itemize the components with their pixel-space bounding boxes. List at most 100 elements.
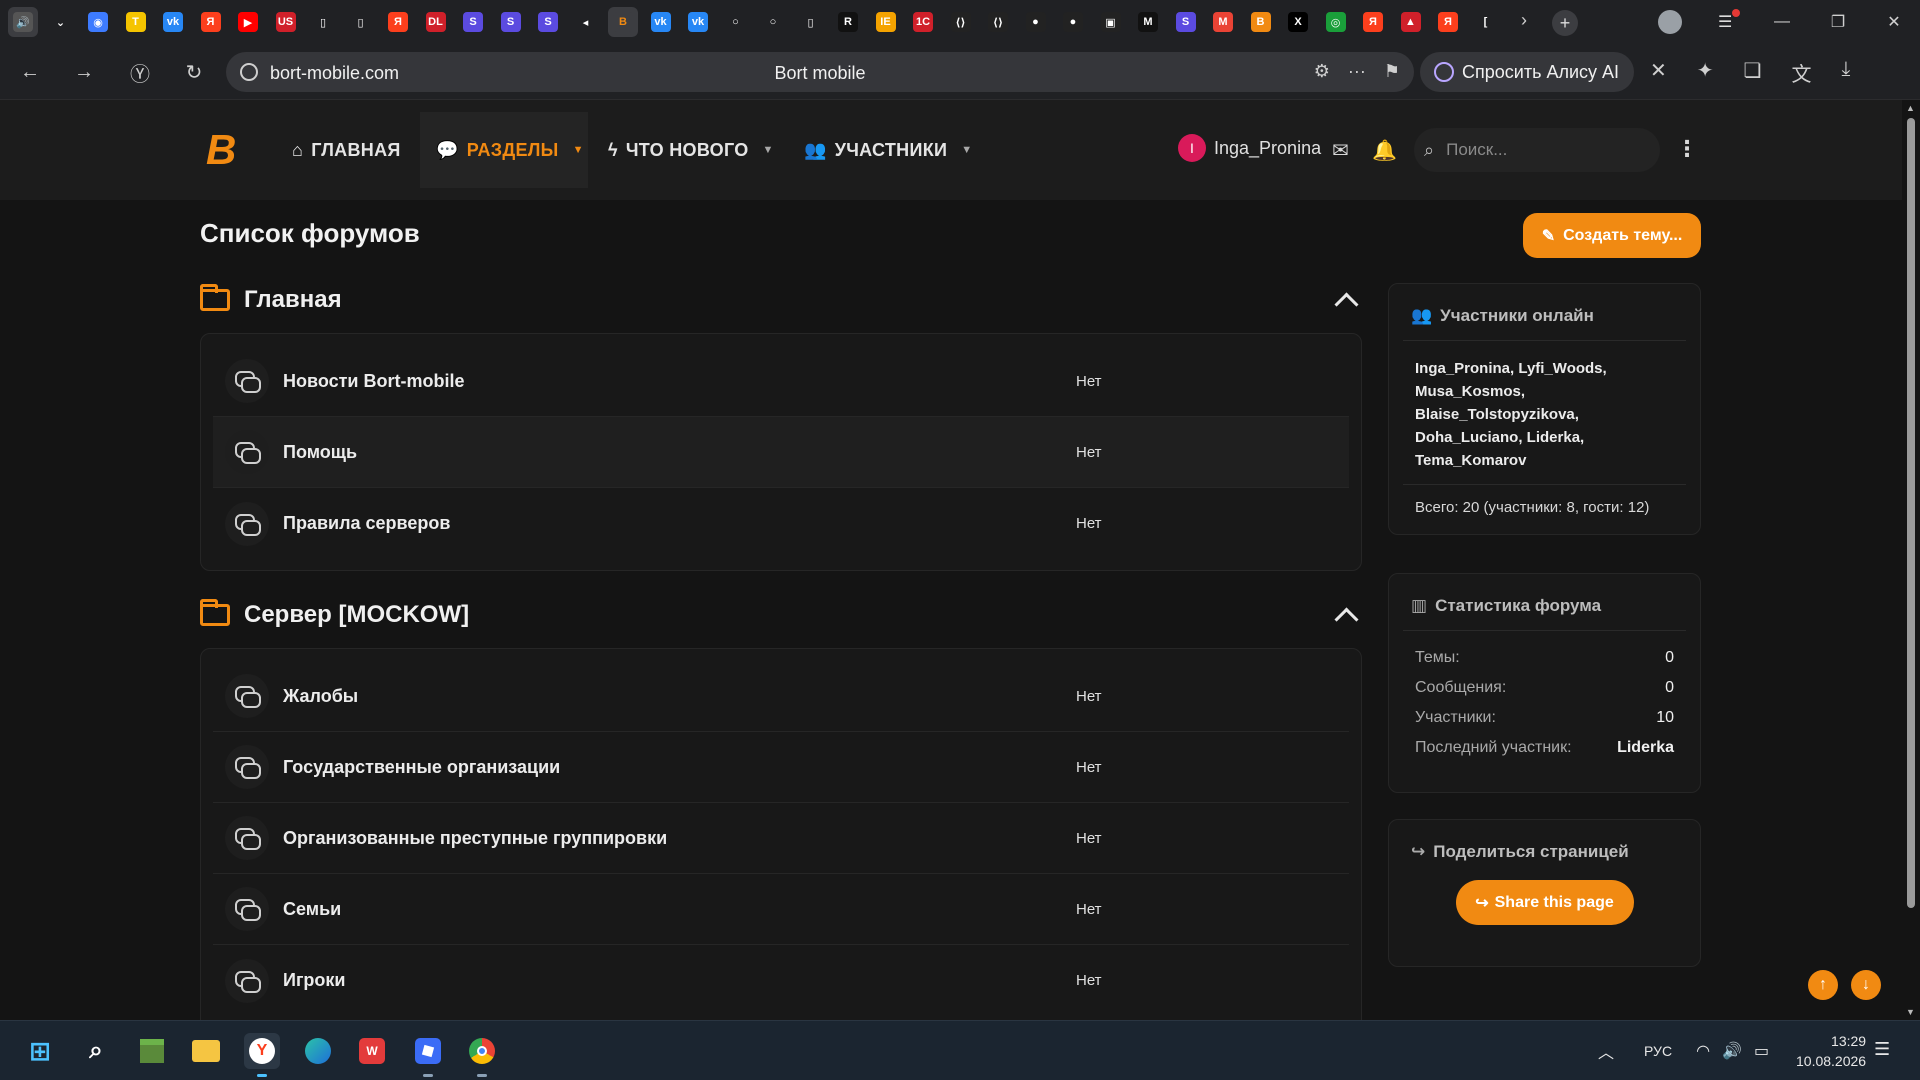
browser-tab[interactable]: ▯ [346, 7, 376, 37]
bort-logo-icon[interactable]: B [206, 128, 246, 172]
browser-tab[interactable]: 1C [908, 7, 938, 37]
forum-row[interactable]: Правила серверов Нет [213, 488, 1349, 559]
online-members-line[interactable]: Tema_Komarov [1415, 449, 1674, 472]
category-title[interactable]: Сервер [MOCKOW] [244, 601, 469, 629]
collections-icon[interactable]: ❏ [1744, 58, 1762, 87]
bookmark-icon[interactable]: ⚑ [1384, 61, 1400, 82]
chrome-icon[interactable] [464, 1033, 500, 1077]
browser-tab[interactable]: ◉ [83, 7, 113, 37]
browser-tab[interactable]: S [533, 7, 563, 37]
browser-tab[interactable]: 🔊 [8, 7, 38, 37]
browser-tab[interactable]: vk [646, 7, 676, 37]
create-topic-button[interactable]: ✎ Создать тему... [1523, 213, 1701, 258]
browser-tab[interactable]: ▯ [796, 7, 826, 37]
extension-disabled-icon[interactable]: ✕ [1650, 58, 1667, 87]
browser-tab[interactable]: M [1133, 7, 1163, 37]
browser-tab[interactable]: vk [158, 7, 188, 37]
translate-extension-icon[interactable]: 文 [1791, 58, 1811, 87]
battery-icon[interactable]: ▭ [1754, 1041, 1769, 1061]
online-title[interactable]: Участники онлайн [1440, 306, 1594, 326]
browser-tab[interactable]: ⟨⟩ [983, 7, 1013, 37]
latest-member-link[interactable]: Liderka [1617, 739, 1674, 757]
browser-tab[interactable]: [ [1471, 7, 1501, 37]
site-info-icon[interactable] [240, 63, 258, 81]
online-members-line[interactable]: Doha_Luciano, Liderka, [1415, 426, 1674, 449]
category-title[interactable]: Главная [244, 286, 342, 314]
scroll-up-button[interactable]: ↑ [1808, 970, 1838, 1000]
browser-tab[interactable]: DL [421, 7, 451, 37]
volume-icon[interactable]: 🔊 [1722, 1041, 1742, 1061]
search-input[interactable] [1446, 140, 1627, 160]
ask-alice-button[interactable]: Спросить Алису AI [1420, 52, 1634, 92]
mail-icon[interactable]: ✉ [1332, 138, 1349, 163]
forum-title[interactable]: Игроки [283, 970, 346, 991]
profile-avatar-icon[interactable] [1658, 10, 1682, 34]
yandex-browser-icon[interactable]: Y [244, 1033, 280, 1077]
browser-tab[interactable]: ▯ [308, 7, 338, 37]
online-members-line[interactable]: Blaise_Tolstopyzikova, [1415, 403, 1674, 426]
browser-tab[interactable]: Я [1358, 7, 1388, 37]
browser-tab[interactable]: ▲ [1396, 7, 1426, 37]
bell-icon[interactable]: 🔔 [1372, 138, 1397, 163]
forum-row[interactable]: Новости Bort-mobile Нет [213, 346, 1349, 417]
browser-tab[interactable]: R [833, 7, 863, 37]
chevron-down-icon[interactable]: ▼ [573, 144, 584, 156]
yandex-home-icon[interactable]: Ⓨ [126, 58, 154, 86]
start-windows-icon[interactable]: ⊞ [22, 1033, 58, 1069]
minecraft-icon[interactable] [134, 1033, 170, 1069]
browser-tab[interactable]: ● [1021, 7, 1051, 37]
browser-tab[interactable]: B [608, 7, 638, 37]
chevron-down-icon[interactable]: ▼ [763, 144, 774, 156]
online-members-line[interactable]: Musa_Kosmos, [1415, 380, 1674, 403]
browser-tab[interactable]: ◂ [571, 7, 601, 37]
scroll-down-arrow-icon[interactable]: ▼ [1906, 1007, 1915, 1017]
browser-tab[interactable]: ⌄ [46, 7, 76, 37]
forum-title[interactable]: Правила серверов [283, 513, 450, 534]
nav-home[interactable]: ⌂ ГЛАВНАЯ [276, 112, 417, 188]
translate-icon[interactable]: ⚙ [1314, 61, 1330, 82]
browser-tab[interactable]: ○ [758, 7, 788, 37]
user-menu[interactable]: I Inga_Pronina [1178, 134, 1321, 162]
omnibox[interactable]: bort-mobile.com Bort mobile ⚙ ··· ⚑ [226, 52, 1414, 92]
browser-tab[interactable]: S [1171, 7, 1201, 37]
search-icon[interactable]: ⌕ [78, 1033, 114, 1069]
collapse-chevron-icon[interactable] [1334, 288, 1358, 312]
download-icon[interactable]: ⤓ [1841, 58, 1850, 87]
browser-tab[interactable]: S [496, 7, 526, 37]
tray-overflow-icon[interactable]: ︿ [1598, 1039, 1614, 1063]
browser-tab[interactable]: ○ [721, 7, 751, 37]
new-tab-button[interactable]: + [1552, 10, 1578, 36]
category-header[interactable]: Сервер [MOCKOW] [200, 595, 1362, 635]
browser-tab[interactable]: ▣ [1096, 7, 1126, 37]
browser-tab[interactable]: S [458, 7, 488, 37]
minimize-button[interactable]: — [1754, 0, 1810, 44]
forum-title[interactable]: Новости Bort-mobile [283, 371, 464, 392]
notifications-icon[interactable]: ☰ [1874, 1039, 1890, 1060]
category-header[interactable]: Главная [200, 280, 1362, 320]
online-members-line[interactable]: Inga_Pronina, Lyfi_Woods, [1415, 357, 1674, 380]
nav-members[interactable]: 👥 УЧАСТНИКИ ▼ [788, 112, 988, 188]
browser-tab[interactable]: Я [196, 7, 226, 37]
forum-title[interactable]: Государственные организации [283, 757, 560, 778]
url-text[interactable]: bort-mobile.com [270, 63, 399, 84]
browser-tab[interactable]: US [271, 7, 301, 37]
browser-tab[interactable]: T [121, 7, 151, 37]
forum-title[interactable]: Семьи [283, 899, 341, 920]
wifi-icon[interactable]: ◠ [1696, 1041, 1710, 1061]
extensions-puzzle-icon[interactable]: ✦ [1697, 58, 1714, 87]
browser-tab[interactable]: B [1246, 7, 1276, 37]
forum-row[interactable]: Государственные организации Нет [213, 732, 1349, 803]
nav-whats-new[interactable]: ϟ ЧТО НОВОГО ▼ [592, 112, 790, 188]
language-indicator[interactable]: РУС [1644, 1043, 1672, 1059]
wps-icon[interactable]: W [354, 1033, 390, 1069]
browser-tab[interactable]: IE [871, 7, 901, 37]
scroll-up-arrow-icon[interactable]: ▲ [1906, 103, 1915, 113]
downloads-menu-icon[interactable]: ☰ [1718, 9, 1740, 32]
search-box[interactable]: ⌕ [1414, 128, 1660, 172]
forum-row[interactable]: Семьи Нет [213, 874, 1349, 945]
forward-arrow-icon[interactable]: → [70, 58, 98, 86]
browser-tab[interactable]: ⟨⟩ [946, 7, 976, 37]
forum-row[interactable]: Организованные преступные группировки Не… [213, 803, 1349, 874]
forum-row[interactable]: Жалобы Нет [213, 661, 1349, 732]
forum-title[interactable]: Организованные преступные группировки [283, 828, 667, 849]
